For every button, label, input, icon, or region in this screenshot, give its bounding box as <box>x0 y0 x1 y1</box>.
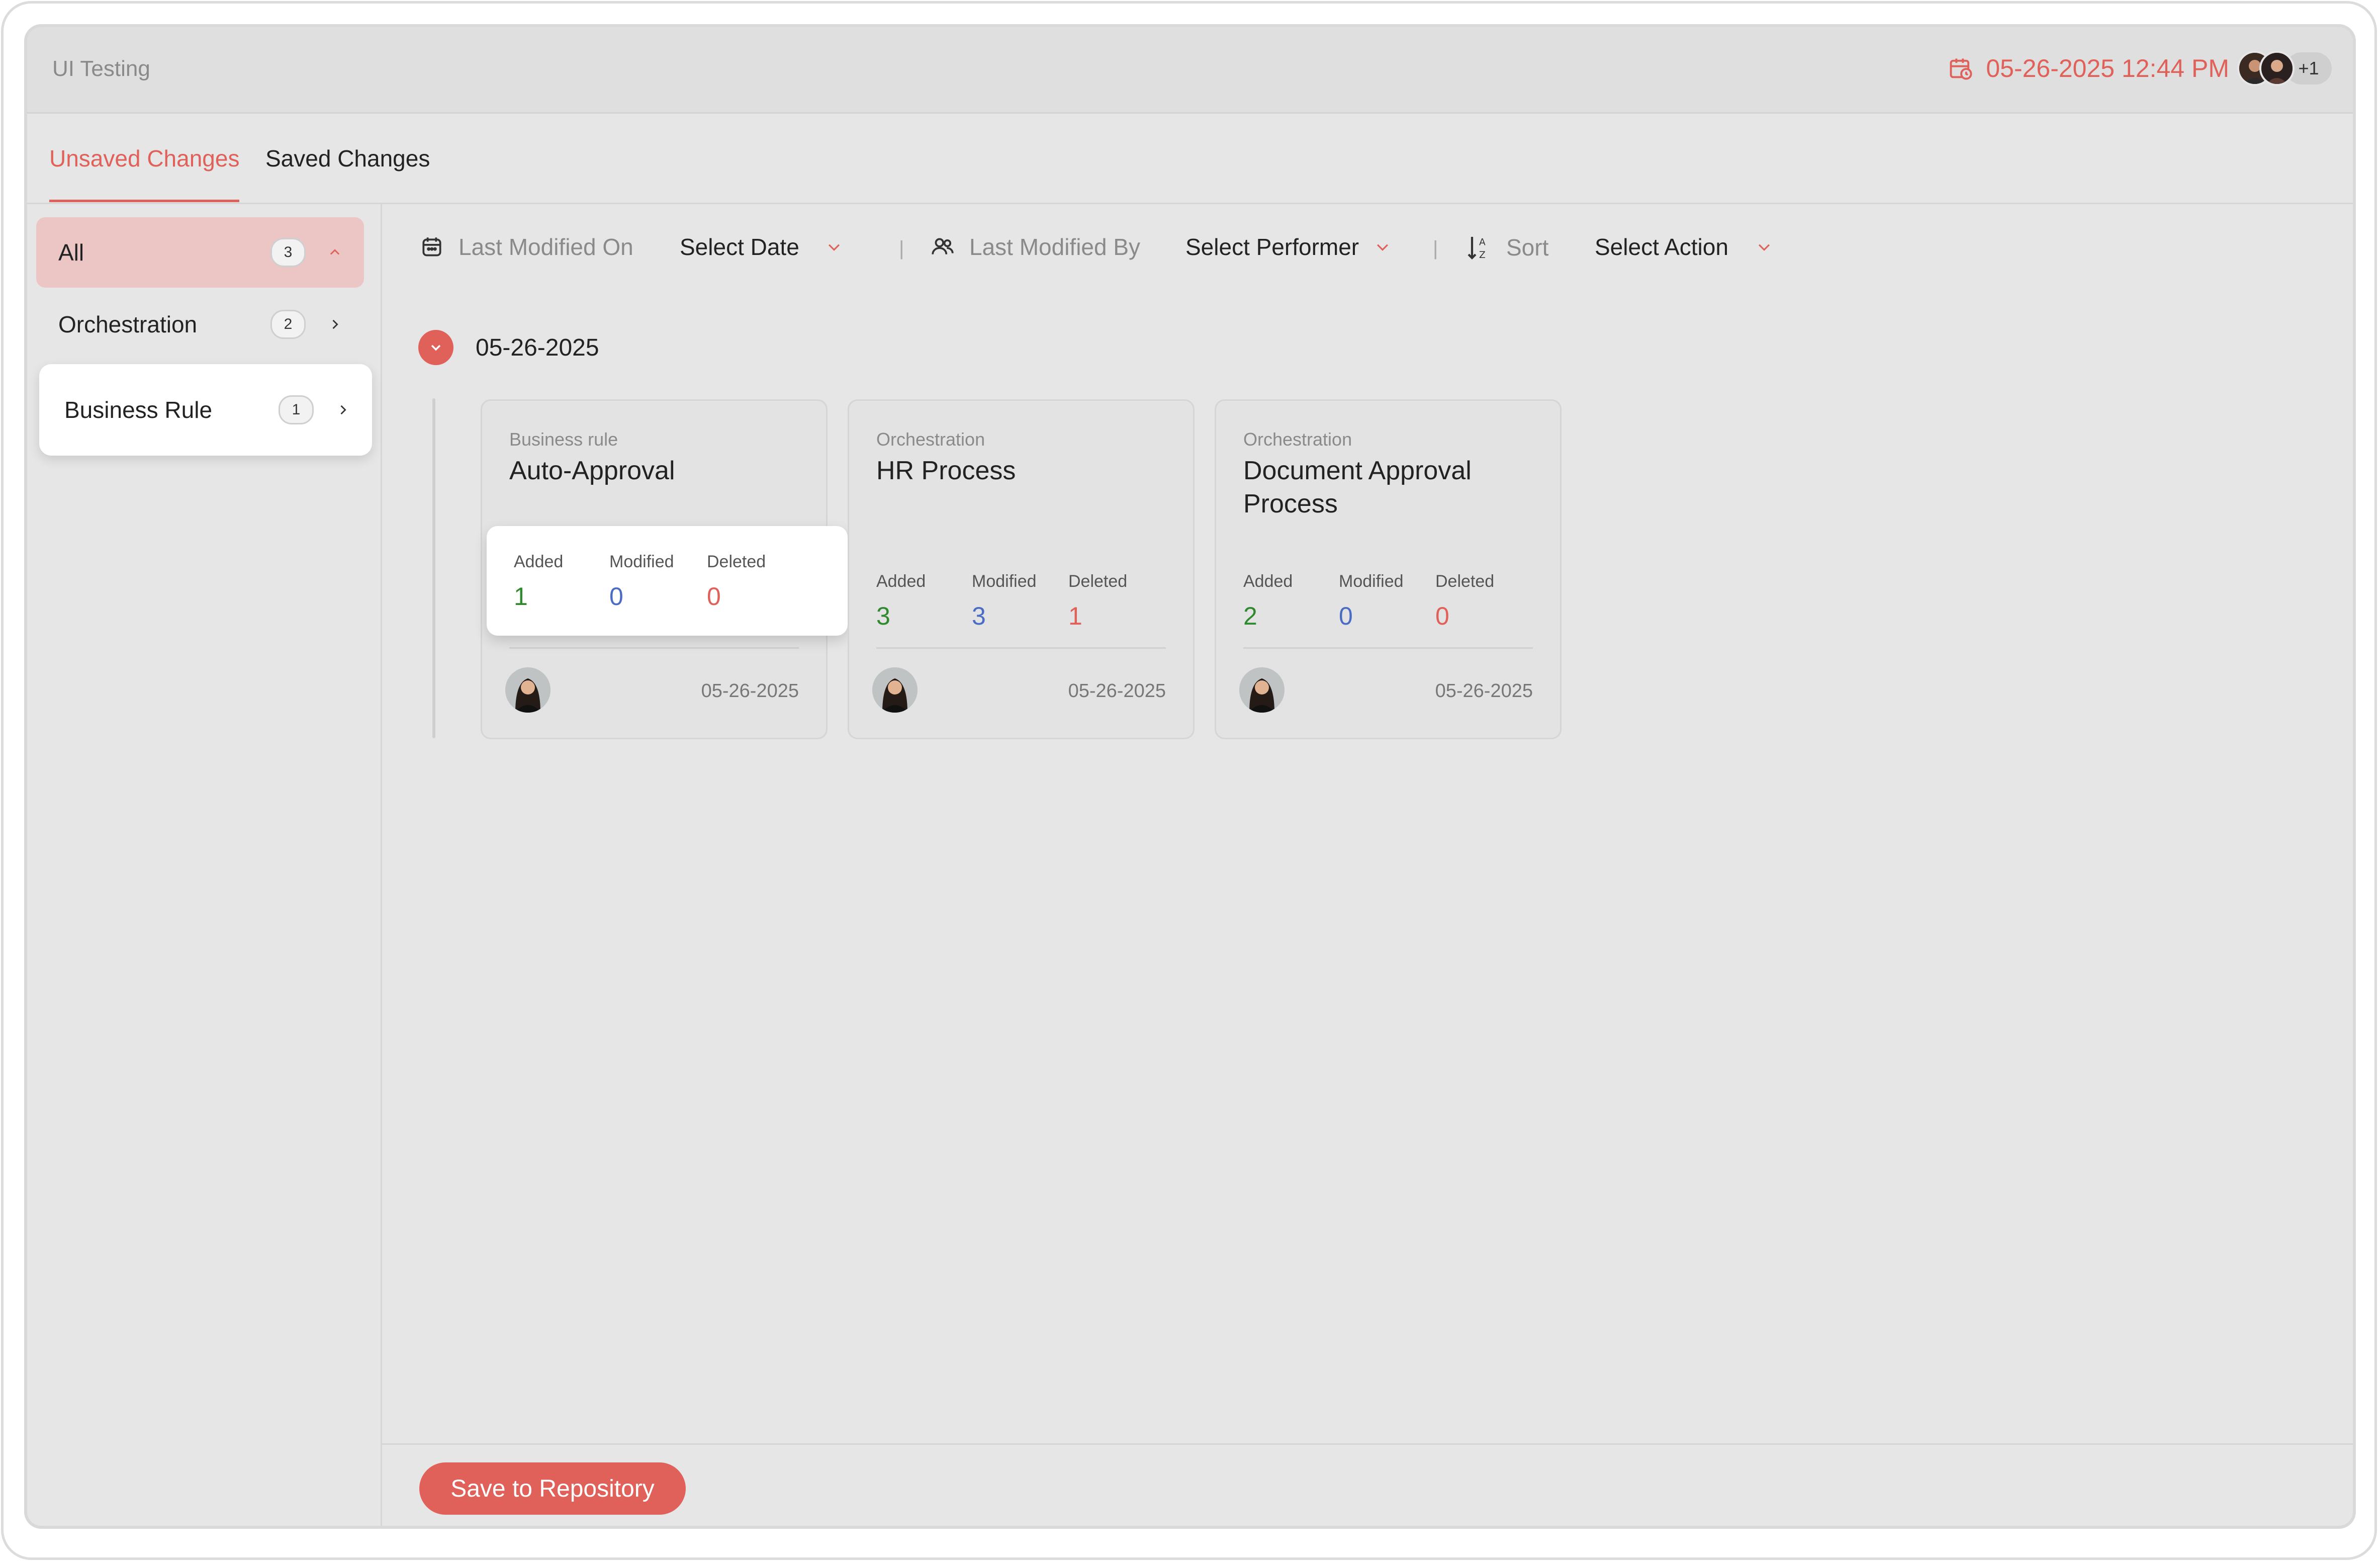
sort-label: Sort <box>1506 234 1549 260</box>
card-date: 05-26-2025 <box>701 680 799 702</box>
category-sidebar: All 3 Orchestration 2 Business Rule 1 <box>27 204 382 1526</box>
stat-modified: Modified 0 <box>609 552 674 611</box>
stat-value: 1 <box>1068 602 1082 630</box>
users-icon <box>932 238 954 254</box>
last-modified-on-label: Last Modified On <box>459 234 633 260</box>
calendar-clock-icon <box>1950 58 1972 80</box>
date-group-label: 05-26-2025 <box>476 334 599 361</box>
stat-label: Added <box>514 552 564 571</box>
stat-modified: Modified 3 <box>972 572 1037 631</box>
stat-value: 2 <box>1243 602 1257 630</box>
card-date: 05-26-2025 <box>1435 680 1533 702</box>
stat-label: Deleted <box>1068 572 1128 591</box>
avatar <box>872 667 918 713</box>
stat-value: 1 <box>514 582 528 611</box>
stat-modified: Modified 0 <box>1339 572 1404 631</box>
card-divider <box>1243 647 1533 649</box>
stat-label: Added <box>1243 572 1293 591</box>
sort-control[interactable]: A Z Sort <box>1465 233 1548 262</box>
sidebar-item-label: Business Rule <box>64 397 213 423</box>
timeline-line <box>432 398 435 738</box>
sidebar-item-all[interactable]: All 3 <box>36 217 364 288</box>
stat-value: 0 <box>609 582 623 611</box>
last-modified-on-filter: Last Modified On <box>419 233 633 260</box>
stat-label: Modified <box>972 572 1037 591</box>
tab-unsaved-changes[interactable]: Unsaved Changes <box>49 145 240 202</box>
count-badge: 3 <box>270 238 306 267</box>
last-modified-by-label: Last Modified By <box>969 234 1141 260</box>
stat-deleted: Deleted 1 <box>1068 572 1127 631</box>
card-divider <box>876 647 1166 649</box>
stat-value: 0 <box>1435 602 1449 630</box>
chevron-up-icon <box>330 249 340 255</box>
filter-divider: | <box>899 237 904 259</box>
stat-value: 0 <box>707 582 721 611</box>
card-date: 05-26-2025 <box>1068 680 1166 702</box>
select-performer-value: Select Performer <box>1185 234 1359 260</box>
stat-label: Added <box>876 572 926 591</box>
chevron-right-icon <box>340 405 346 415</box>
sidebar-item-label: All <box>58 239 84 266</box>
avatar[interactable] <box>2259 51 2295 86</box>
select-date-dropdown[interactable]: Select Date <box>680 233 843 260</box>
change-card-document-approval[interactable]: Orchestration Document Approval Process … <box>1215 399 1562 739</box>
tab-bar: Unsaved Changes Saved Changes <box>27 114 2353 204</box>
change-card-hr-process[interactable]: Orchestration HR Process Added 3 Modifie… <box>848 399 1195 739</box>
sidebar-item-business-rule[interactable]: Business Rule 1 <box>39 364 372 456</box>
sidebar-item-label: Orchestration <box>58 311 198 337</box>
tab-saved-changes[interactable]: Saved Changes <box>265 145 430 172</box>
filter-divider: | <box>1433 237 1438 259</box>
card-category: Business rule <box>509 429 618 450</box>
select-date-value: Select Date <box>680 234 799 260</box>
stat-deleted: Deleted 0 <box>707 552 766 611</box>
card-category: Orchestration <box>1243 429 1352 450</box>
card-title: Document Approval Process <box>1243 456 1472 518</box>
select-action-dropdown[interactable]: Select Action <box>1595 233 1773 260</box>
top-bar: UI Testing 05-26-2025 12:44 PM +1 <box>27 27 2353 114</box>
card-divider <box>509 647 799 649</box>
stat-label: Modified <box>609 552 674 571</box>
stat-label: Deleted <box>1435 572 1495 591</box>
chevron-right-icon <box>332 319 338 329</box>
collapse-date-group-button[interactable] <box>418 330 453 365</box>
collaborator-avatars[interactable]: +1 <box>2237 51 2332 86</box>
select-action-value: Select Action <box>1595 234 1728 260</box>
stat-added: Added 2 <box>1243 572 1293 631</box>
sort-az-icon: A Z <box>1468 237 1486 260</box>
count-badge: 2 <box>270 310 306 339</box>
svg-text:A: A <box>1479 237 1486 247</box>
change-stats-popup: Added 1 Modified 0 Deleted 0 <box>487 526 848 636</box>
chevron-down-icon <box>1377 244 1389 251</box>
stat-label: Deleted <box>707 552 766 571</box>
avatar <box>505 667 551 713</box>
stat-value: 3 <box>972 602 986 630</box>
stat-added: Added 1 <box>514 552 563 611</box>
app-title: UI Testing <box>52 56 150 81</box>
calendar-icon <box>422 237 441 256</box>
card-title: HR Process <box>876 456 1016 485</box>
chevron-down-icon <box>431 344 441 351</box>
chevron-down-icon <box>828 244 840 251</box>
chevron-down-icon <box>1758 244 1770 251</box>
stat-added: Added 3 <box>876 572 926 631</box>
stat-value: 3 <box>876 602 890 630</box>
count-badge: 1 <box>279 395 314 424</box>
save-to-repository-button[interactable]: Save to Repository <box>419 1462 686 1515</box>
card-title: Auto-Approval <box>509 456 675 485</box>
svg-text:Z: Z <box>1479 250 1486 260</box>
stat-value: 0 <box>1339 602 1353 630</box>
stat-label: Modified <box>1339 572 1404 591</box>
card-category: Orchestration <box>876 429 985 450</box>
last-saved-timestamp: 05-26-2025 12:44 PM <box>1986 54 2229 82</box>
stat-deleted: Deleted 0 <box>1435 572 1494 631</box>
sidebar-item-orchestration[interactable]: Orchestration 2 <box>36 297 364 352</box>
avatar <box>1239 667 1285 713</box>
header-right: 05-26-2025 12:44 PM +1 <box>1948 48 2332 89</box>
select-performer-dropdown[interactable]: Select Performer <box>1185 233 1391 260</box>
last-modified-by-filter: Last Modified By <box>930 233 1140 260</box>
